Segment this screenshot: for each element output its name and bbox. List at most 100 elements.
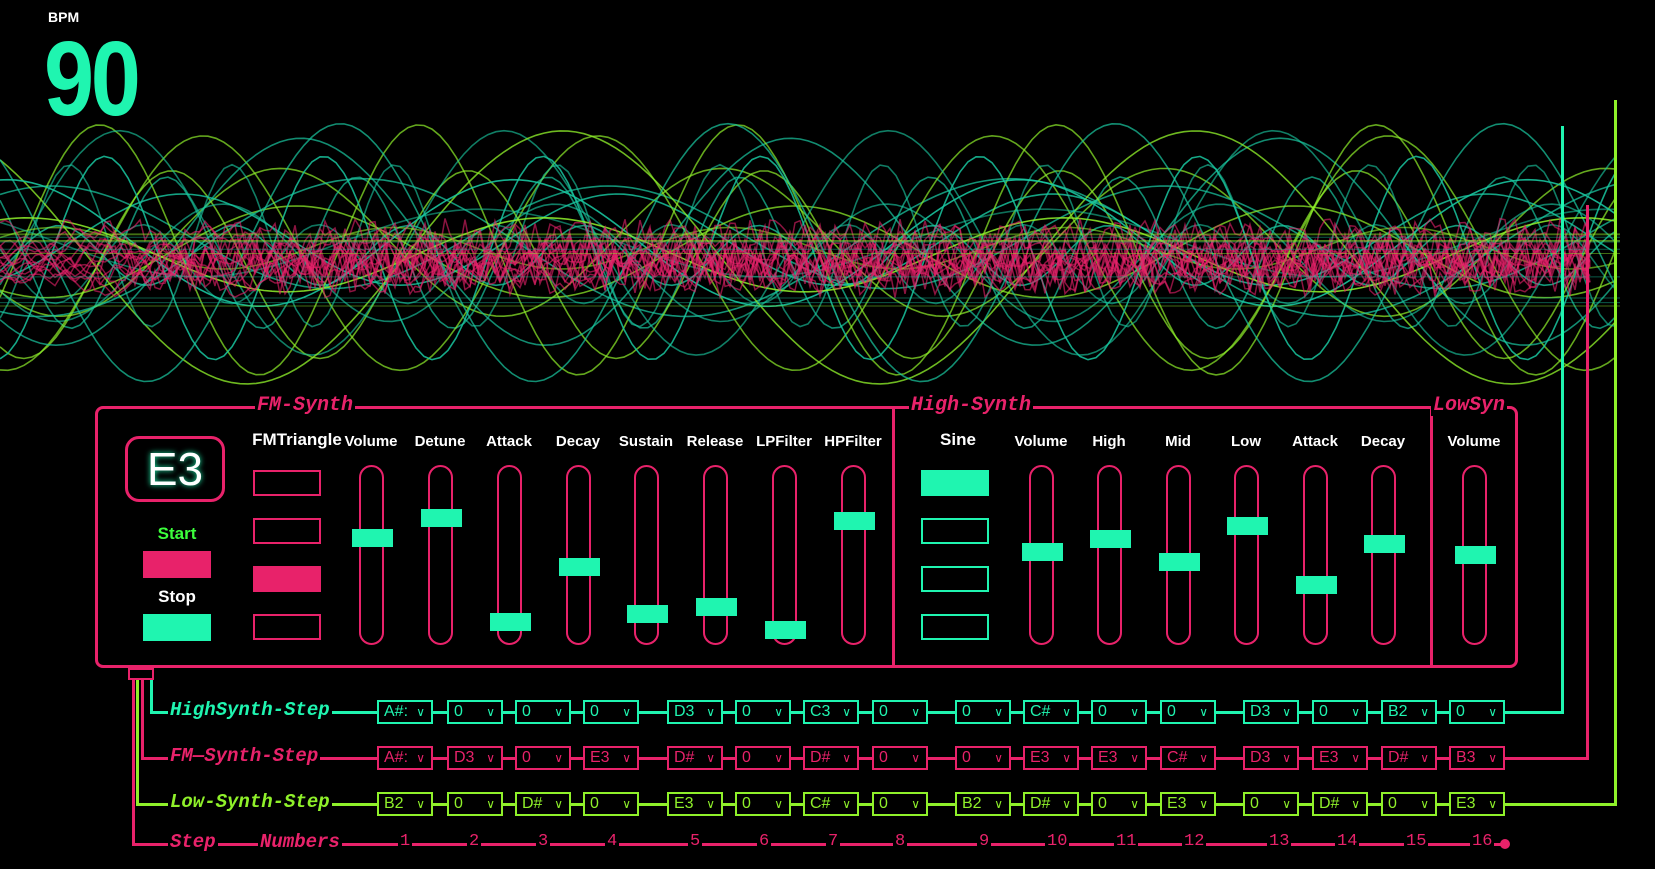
fm-slider[interactable] (490, 465, 531, 645)
step-select-high[interactable]: B2 ∨ (1381, 700, 1437, 724)
step-select-low[interactable]: B2 ∨ (955, 792, 1011, 816)
step-select-fm[interactable]: E3 ∨ (1091, 746, 1147, 770)
slider-thumb[interactable] (1227, 517, 1268, 536)
low-slider[interactable] (1455, 465, 1496, 645)
chevron-down-icon: ∨ (842, 705, 851, 719)
step-select-low[interactable]: E3 ∨ (1160, 792, 1216, 816)
chevron-down-icon: ∨ (416, 705, 425, 719)
fm-slider[interactable] (559, 465, 600, 645)
slider-thumb[interactable] (352, 528, 393, 547)
step-select-fm[interactable]: D3 ∨ (1243, 746, 1299, 770)
slider-thumb[interactable] (490, 612, 531, 631)
step-select-fm[interactable]: D# ∨ (803, 746, 859, 770)
step-select-low[interactable]: D# ∨ (1023, 792, 1079, 816)
fm-slider[interactable] (352, 465, 393, 645)
slider-thumb[interactable] (1090, 530, 1131, 549)
fm-slider[interactable] (765, 465, 806, 645)
step-select-low[interactable]: D# ∨ (1312, 792, 1368, 816)
step-select-low[interactable]: E3 ∨ (1449, 792, 1505, 816)
high-slider[interactable] (1296, 465, 1337, 645)
step-select-low[interactable]: 0 ∨ (1381, 792, 1437, 816)
step-select-low[interactable]: C# ∨ (803, 792, 859, 816)
fm-waveform-option[interactable] (253, 518, 321, 544)
step-select-low[interactable]: 0 ∨ (1091, 792, 1147, 816)
step-select-high[interactable]: C# ∨ (1023, 700, 1079, 724)
step-value: D3 (674, 703, 695, 720)
step-select-low[interactable]: D# ∨ (515, 792, 571, 816)
step-select-high[interactable]: C3 ∨ (803, 700, 859, 724)
step-select-fm[interactable]: 0 ∨ (515, 746, 571, 770)
fm-slider[interactable] (834, 465, 875, 645)
step-select-fm[interactable]: A#: ∨ (377, 746, 433, 770)
slider-thumb[interactable] (1296, 575, 1337, 594)
step-select-high[interactable]: 0 ∨ (1449, 700, 1505, 724)
step-select-fm[interactable]: E3 ∨ (1023, 746, 1079, 770)
step-select-high[interactable]: 0 ∨ (872, 700, 928, 724)
fm-waveform-option[interactable] (253, 470, 321, 496)
fm-slider[interactable] (421, 465, 462, 645)
fm-waveform-option[interactable] (253, 566, 321, 592)
chevron-down-icon: ∨ (554, 705, 563, 719)
step-select-low[interactable]: E3 ∨ (667, 792, 723, 816)
high-slider[interactable] (1364, 465, 1405, 645)
step-select-high[interactable]: 0 ∨ (1160, 700, 1216, 724)
step-select-high[interactable]: D3 ∨ (1243, 700, 1299, 724)
step-select-fm[interactable]: 0 ∨ (955, 746, 1011, 770)
step-select-fm[interactable]: E3 ∨ (1312, 746, 1368, 770)
step-select-fm[interactable]: C# ∨ (1160, 746, 1216, 770)
step-select-fm[interactable]: 0 ∨ (735, 746, 791, 770)
step-select-high[interactable]: 0 ∨ (1312, 700, 1368, 724)
step-select-low[interactable]: 0 ∨ (872, 792, 928, 816)
step-select-fm[interactable]: D# ∨ (1381, 746, 1437, 770)
step-select-fm[interactable]: E3 ∨ (583, 746, 639, 770)
start-button[interactable] (143, 551, 211, 578)
step-select-high[interactable]: 0 ∨ (735, 700, 791, 724)
slider-thumb[interactable] (696, 598, 737, 617)
step-select-low[interactable]: 0 ∨ (583, 792, 639, 816)
step-select-high[interactable]: A#: ∨ (377, 700, 433, 724)
slider-thumb[interactable] (421, 509, 462, 528)
fm-slider[interactable] (627, 465, 668, 645)
step-line-low (1614, 100, 1617, 806)
slider-thumb[interactable] (1364, 535, 1405, 554)
high-waveform-option[interactable] (921, 470, 989, 496)
step-select-high[interactable]: 0 ∨ (447, 700, 503, 724)
step-select-fm[interactable]: D3 ∨ (447, 746, 503, 770)
high-slider[interactable] (1227, 465, 1268, 645)
high-slider[interactable] (1022, 465, 1063, 645)
high-slider[interactable] (1159, 465, 1200, 645)
chevron-down-icon: ∨ (706, 751, 715, 765)
step-select-low[interactable]: 0 ∨ (735, 792, 791, 816)
high-waveform-option[interactable] (921, 566, 989, 592)
step-value: A#: (384, 703, 409, 720)
step-select-high[interactable]: D3 ∨ (667, 700, 723, 724)
step-select-fm[interactable]: 0 ∨ (872, 746, 928, 770)
step-value: D# (1388, 749, 1409, 766)
step-select-high[interactable]: 0 ∨ (1091, 700, 1147, 724)
slider-thumb[interactable] (765, 620, 806, 639)
step-value: 0 (1098, 703, 1107, 720)
step-number: 8 (893, 832, 908, 851)
high-waveform-option[interactable] (921, 518, 989, 544)
step-select-fm[interactable]: B3 ∨ (1449, 746, 1505, 770)
fm-waveform-option[interactable] (253, 614, 321, 640)
high-waveform-option[interactable] (921, 614, 989, 640)
step-select-low[interactable]: 0 ∨ (447, 792, 503, 816)
slider-thumb[interactable] (1455, 546, 1496, 565)
stop-button[interactable] (143, 614, 211, 641)
step-value: 0 (454, 703, 463, 720)
step-select-high[interactable]: 0 ∨ (515, 700, 571, 724)
step-select-fm[interactable]: D# ∨ (667, 746, 723, 770)
step-select-low[interactable]: B2 ∨ (377, 792, 433, 816)
slider-thumb[interactable] (1022, 543, 1063, 562)
step-select-low[interactable]: 0 ∨ (1243, 792, 1299, 816)
high-slider[interactable] (1090, 465, 1131, 645)
step-value: 0 (522, 703, 531, 720)
slider-thumb[interactable] (559, 557, 600, 576)
step-select-high[interactable]: 0 ∨ (583, 700, 639, 724)
slider-thumb[interactable] (1159, 552, 1200, 571)
slider-thumb[interactable] (627, 604, 668, 623)
step-select-high[interactable]: 0 ∨ (955, 700, 1011, 724)
slider-thumb[interactable] (834, 512, 875, 531)
fm-slider[interactable] (696, 465, 737, 645)
